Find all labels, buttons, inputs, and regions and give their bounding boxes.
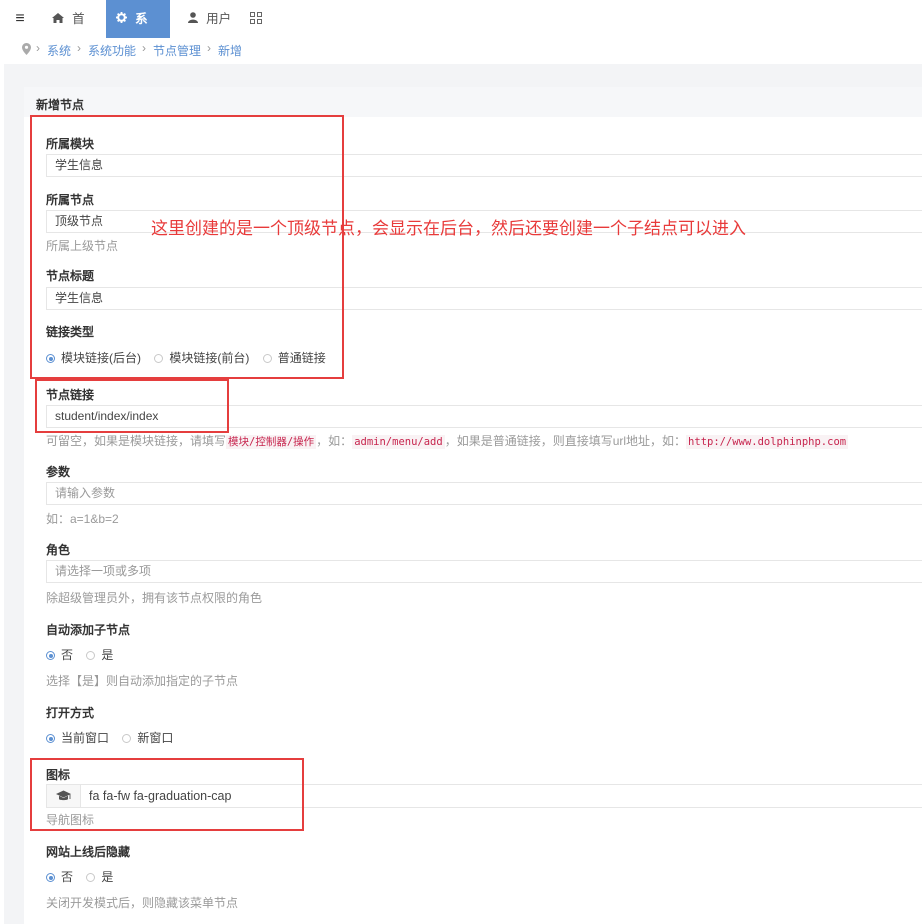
target-option-new[interactable]: 新窗口 bbox=[122, 729, 173, 746]
params-label: 参数 bbox=[46, 465, 71, 479]
target-radio-group: 当前窗口 新窗口 bbox=[46, 729, 183, 746]
breadcrumb-separator: › bbox=[142, 41, 146, 55]
radio-label: 否 bbox=[61, 648, 74, 662]
online-hide-option-yes[interactable]: 是 bbox=[86, 868, 113, 885]
radio-button[interactable] bbox=[46, 651, 55, 661]
role-help: 除超级管理员外，拥有该节点权限的角色 bbox=[46, 591, 263, 605]
panel-title: 新增节点 bbox=[36, 98, 85, 112]
nav-item-label: 用户 bbox=[206, 12, 232, 26]
top-navbar: ≡ 首页 系统 用户 bbox=[0, 0, 922, 65]
help-text: 可留空，如果是模块链接，请填写 bbox=[46, 434, 227, 448]
home-icon bbox=[52, 13, 67, 26]
breadcrumb-separator: › bbox=[77, 41, 81, 55]
annotation-note: 这里创建的是一个顶级节点，会显示在后台，然后还要创建一个子结点可以进入 bbox=[151, 219, 746, 239]
online-hide-label: 网站上线后隐藏 bbox=[46, 845, 131, 859]
role-select[interactable]: 请选择一项或多项 bbox=[46, 560, 922, 583]
auto-add-help: 选择【是】则自动添加指定的子节点 bbox=[46, 674, 239, 688]
radio-label: 是 bbox=[101, 648, 114, 662]
radio-label: 当前窗口 bbox=[61, 731, 110, 745]
node-url-help: 可留空，如果是模块链接，请填写 模块/控制器/操作 ，如： admin/menu/ad… bbox=[46, 432, 849, 449]
radio-button[interactable] bbox=[46, 734, 55, 744]
params-help: 如：a=1&b=2 bbox=[46, 512, 119, 526]
help-code: admin/menu/add bbox=[352, 435, 445, 449]
breadcrumb-separator: › bbox=[36, 41, 40, 55]
target-label: 打开方式 bbox=[46, 706, 95, 720]
breadcrumb-item[interactable]: 节点管理 bbox=[153, 42, 201, 59]
breadcrumb-item[interactable]: 系统 bbox=[47, 42, 71, 59]
annotation-box-basic bbox=[30, 115, 344, 379]
nav-item-home[interactable]: 首页 bbox=[42, 0, 106, 65]
role-label: 角色 bbox=[46, 543, 71, 557]
radio-button[interactable] bbox=[86, 873, 96, 883]
help-text: ，如： bbox=[316, 434, 353, 448]
annotation-box-icon bbox=[30, 758, 304, 831]
breadcrumb: › 系统 › 系统功能 › 节点管理 › 新增 bbox=[0, 38, 922, 64]
radio-label: 新窗口 bbox=[137, 731, 174, 745]
radio-button[interactable] bbox=[46, 873, 55, 883]
gear-icon bbox=[116, 12, 130, 26]
nav-item-system[interactable]: 系统 bbox=[106, 0, 170, 65]
auto-add-option-no[interactable]: 否 bbox=[46, 646, 73, 663]
breadcrumb-item[interactable]: 系统功能 bbox=[88, 42, 136, 59]
target-option-current[interactable]: 当前窗口 bbox=[46, 729, 109, 746]
help-code: http://www.dolphinphp.com bbox=[686, 435, 849, 449]
help-text: ，如果是普通链接，则直接填写url地址，如： bbox=[444, 434, 687, 448]
online-hide-help: 关闭开发模式后，则隐藏该菜单节点 bbox=[46, 896, 239, 910]
menu-toggle-icon[interactable]: ≡ bbox=[10, 9, 30, 29]
nav-item-users[interactable]: 用户 bbox=[178, 0, 242, 38]
radio-label: 否 bbox=[61, 870, 74, 884]
radio-button[interactable] bbox=[122, 734, 132, 744]
radio-label: 是 bbox=[101, 870, 114, 884]
user-icon bbox=[188, 12, 201, 26]
breadcrumb-item-current[interactable]: 新增 bbox=[218, 42, 242, 59]
page-edge bbox=[0, 64, 4, 924]
panel-header bbox=[24, 87, 922, 117]
breadcrumb-separator: › bbox=[207, 41, 211, 55]
online-hide-radio-group: 否 是 bbox=[46, 868, 123, 885]
help-code: 模块/控制器/操作 bbox=[226, 435, 317, 449]
auto-add-label: 自动添加子节点 bbox=[46, 623, 131, 637]
params-input[interactable]: 请输入参数 bbox=[46, 482, 922, 505]
map-marker-icon bbox=[22, 43, 31, 58]
annotation-box-url bbox=[35, 379, 229, 433]
auto-add-radio-group: 否 是 bbox=[46, 646, 123, 663]
online-hide-option-no[interactable]: 否 bbox=[46, 868, 73, 885]
apps-grid-icon[interactable] bbox=[250, 12, 263, 25]
auto-add-option-yes[interactable]: 是 bbox=[86, 646, 113, 663]
radio-button[interactable] bbox=[86, 651, 96, 661]
